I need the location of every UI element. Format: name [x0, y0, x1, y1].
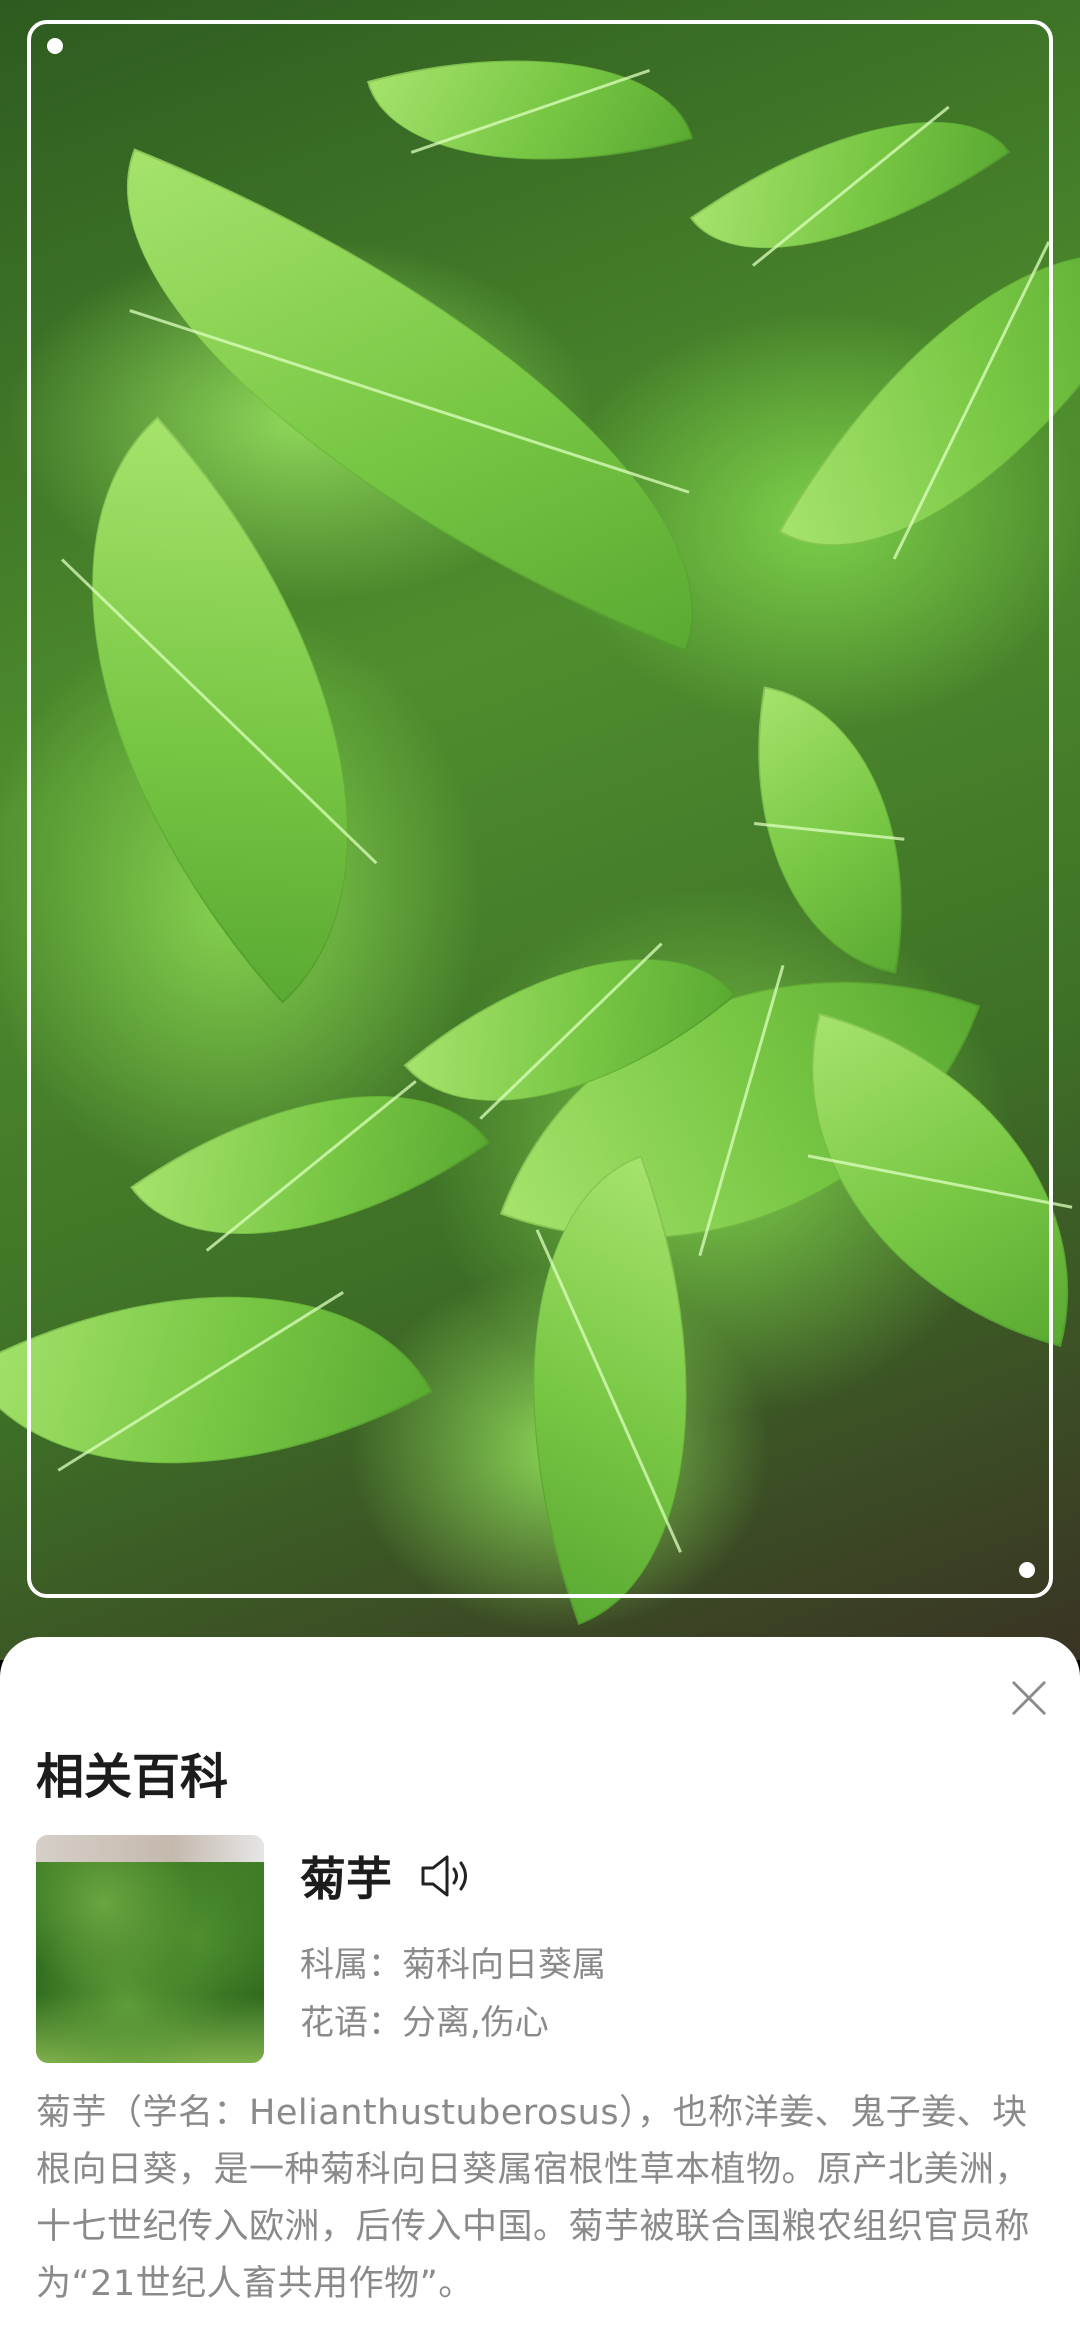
flower-language-value: 分离,伤心: [402, 2003, 549, 2043]
flower-language-row: 花语：分离,伤心: [300, 1995, 549, 2044]
frame-handle-top-left[interactable]: [47, 38, 63, 54]
flower-language-label: 花语：: [300, 2003, 402, 2043]
plant-photo: [0, 0, 1080, 1660]
plant-description: 菊芋（学名：Helianthustuberosus），也称洋姜、鬼子姜、块根向日…: [36, 2093, 1031, 2304]
close-button[interactable]: [1004, 1673, 1054, 1723]
close-icon: [1012, 1681, 1046, 1715]
pronounce-button[interactable]: [416, 1845, 478, 1907]
speaker-icon: [421, 1855, 467, 1897]
family-row: 科属：菊科向日葵属: [300, 1937, 606, 1986]
thumbnail-sky: [36, 1835, 264, 1863]
scan-frame[interactable]: [27, 20, 1053, 1598]
encyclopedia-sheet: 相关百科 菊芋 科属：菊科向日葵属 花语：分离,伤心 菊芋（学名：Heliant…: [0, 1637, 1080, 2340]
section-title: 相关百科: [36, 1749, 229, 1805]
plant-thumbnail[interactable]: [36, 1835, 264, 2063]
family-label: 科属：: [300, 1945, 402, 1985]
plant-name: 菊芋: [300, 1852, 392, 1906]
family-value: 菊科向日葵属: [402, 1945, 606, 1985]
frame-handle-bottom-right[interactable]: [1019, 1562, 1035, 1578]
